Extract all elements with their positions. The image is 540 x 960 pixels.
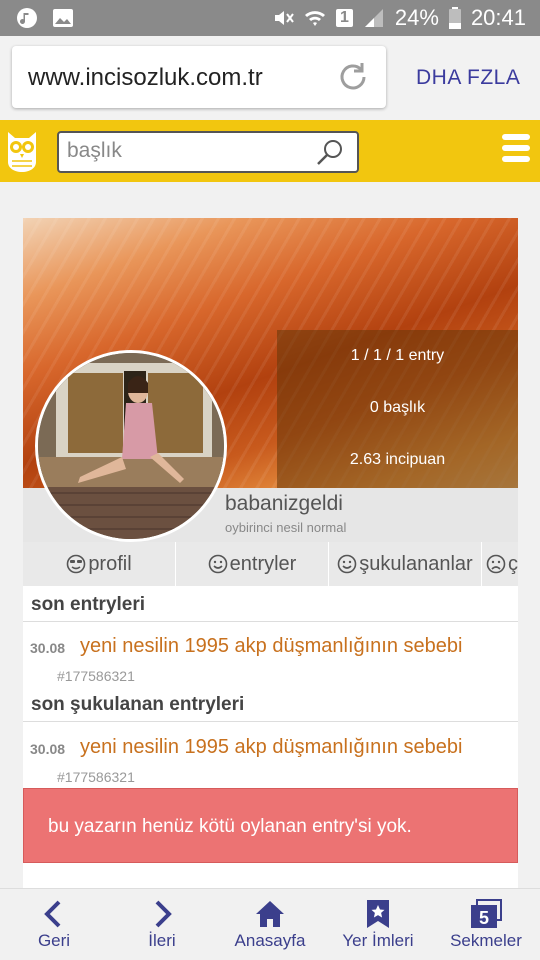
tab-downvoted[interactable]: ç xyxy=(482,542,518,586)
reload-icon[interactable] xyxy=(336,60,370,94)
tab-count: 5 xyxy=(479,908,489,928)
tabs-button[interactable]: 5 Sekmeler xyxy=(432,889,540,960)
signal-icon xyxy=(364,9,383,27)
section-title: son şukulanan entryleri xyxy=(31,694,245,715)
home-icon xyxy=(256,901,284,927)
stat-points: 2.63 incipuan xyxy=(349,451,446,468)
home-button[interactable]: Anasayfa xyxy=(216,889,324,960)
url-text: www.incisozluk.com.tr xyxy=(28,64,263,91)
bookmarks-button[interactable]: Yer İmleri xyxy=(324,889,432,960)
stat-titles[interactable]: 0 başlık xyxy=(277,382,518,434)
user-rank: oybirinci nesil normal xyxy=(225,520,347,535)
alert-message: bu yazarın henüz kötü oylanan entry'si y… xyxy=(23,788,518,863)
battery-icon xyxy=(448,7,461,29)
chevron-right-icon xyxy=(155,900,172,928)
menu-icon[interactable] xyxy=(502,134,530,166)
cool-face-icon xyxy=(67,554,86,574)
chevron-left-icon xyxy=(44,900,61,928)
page-content: 1 / 1 / 1 entry 0 başlık 2.63 incipuan b… xyxy=(0,182,540,898)
dha-link[interactable]: DHA FZLA xyxy=(416,66,520,90)
username: babanizgeldi xyxy=(225,492,343,515)
entry-date: 30.08 xyxy=(30,741,66,757)
sim-indicator: 1 xyxy=(335,9,353,27)
smile-icon xyxy=(208,554,227,574)
music-icon xyxy=(17,8,37,28)
tab-entries[interactable]: entryler xyxy=(176,542,329,586)
sad-face-icon xyxy=(486,554,506,574)
search-input[interactable] xyxy=(67,133,307,169)
entry-id-link[interactable]: #177586321 xyxy=(57,668,135,684)
entry-date: 30.08 xyxy=(30,640,66,656)
clock: 20:41 xyxy=(470,5,526,30)
site-header xyxy=(0,120,540,182)
tab-upvoted[interactable]: şukulananlar xyxy=(329,542,482,586)
profile-tabs: profil entryler şukulananlar ç xyxy=(23,542,518,586)
search-icon[interactable] xyxy=(315,137,345,167)
entry-id-link[interactable]: #177586321 xyxy=(57,769,135,785)
profile-stats: 1 / 1 / 1 entry 0 başlık 2.63 incipuan xyxy=(277,330,518,488)
section-title: son entryleri xyxy=(31,594,146,615)
image-icon xyxy=(53,9,73,27)
entry-title-link[interactable]: yeni nesilin 1995 akp düşmanlığının sebe… xyxy=(80,736,462,759)
search-box[interactable] xyxy=(57,131,359,173)
mute-icon xyxy=(274,11,294,25)
browser-toolbar: www.incisozluk.com.tr DHA FZLA xyxy=(0,36,540,120)
divider xyxy=(23,721,518,722)
tab-profile[interactable]: profil xyxy=(23,542,176,586)
divider xyxy=(23,621,518,622)
bookmark-icon xyxy=(367,900,389,928)
status-bar: 1 24% 20:41 xyxy=(0,0,540,36)
stat-entries[interactable]: 1 / 1 / 1 entry xyxy=(277,330,518,382)
wifi-icon xyxy=(304,11,325,26)
smile-icon xyxy=(337,554,357,574)
address-bar[interactable]: www.incisozluk.com.tr xyxy=(12,46,386,108)
entry-title-link[interactable]: yeni nesilin 1995 akp düşmanlığının sebe… xyxy=(80,635,462,658)
forward-button[interactable]: İleri xyxy=(108,889,216,960)
tabs-icon: 5 xyxy=(471,899,502,928)
back-button[interactable]: Geri xyxy=(0,889,108,960)
battery-percent: 24% xyxy=(394,5,439,30)
owl-logo-icon[interactable] xyxy=(6,128,38,174)
bottom-nav: Geri İleri Anasayfa Yer İmleri 5 Sekmele… xyxy=(0,888,540,960)
avatar[interactable] xyxy=(35,350,227,542)
